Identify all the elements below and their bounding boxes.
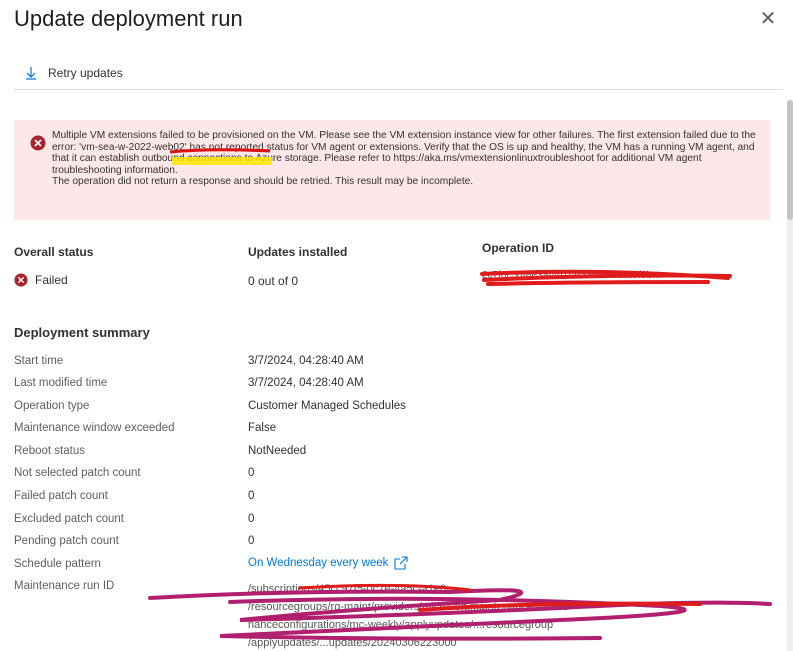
schedule-pattern-link[interactable]: On Wednesday every week: [248, 556, 408, 570]
overall-status-value: Failed: [35, 273, 68, 287]
operation-id-value: 2c7f0c5d-8e3a-4b1f-9a2d-07337c7f9b...: [482, 270, 661, 281]
overall-status-label: Overall status: [14, 245, 94, 259]
maintenance-run-id-line: /resourcegroups/rg-maint/providers/micro…: [248, 601, 569, 613]
operation-id-label: Operation ID: [482, 241, 555, 255]
status-badge: Failed: [14, 273, 68, 287]
not-selected-count-value: 0: [248, 467, 255, 479]
maintenance-window-label: Maintenance window exceeded: [14, 422, 175, 434]
maintenance-window-value: False: [248, 422, 277, 434]
operation-type-label: Operation type: [14, 400, 90, 412]
maintenance-run-id-line: /subscriptions/45cc97f5-0c7e-4a5c-a1e0-.…: [248, 583, 459, 595]
reboot-status-value: NotNeeded: [248, 445, 307, 457]
updates-installed-label: Updates installed: [248, 245, 348, 259]
error-circle-icon: [30, 135, 46, 151]
external-link-icon: [394, 556, 408, 570]
last-modified-label: Last modified time: [14, 377, 108, 389]
failed-count-value: 0: [248, 490, 255, 502]
close-icon: ✕: [759, 8, 777, 30]
maintenance-run-id-line: nanceconfigurations/mc-weekly/applyupdat…: [248, 619, 554, 631]
error-banner: Multiple VM extensions failed to be prov…: [14, 120, 770, 220]
last-modified-value: 3/7/2024, 04:28:40 AM: [248, 377, 364, 389]
start-time-value: 3/7/2024, 04:28:40 AM: [248, 355, 364, 367]
error-message: Multiple VM extensions failed to be prov…: [52, 130, 756, 176]
deployment-summary-title: Deployment summary: [14, 325, 150, 340]
not-selected-count-label: Not selected patch count: [14, 467, 141, 479]
operation-type-value: Customer Managed Schedules: [248, 400, 406, 412]
updates-installed-value: 0 out of 0: [248, 274, 299, 288]
failed-icon: [14, 273, 28, 287]
excluded-count-value: 0: [248, 513, 255, 525]
failed-count-label: Failed patch count: [14, 490, 108, 502]
pending-count-value: 0: [248, 535, 255, 547]
schedule-pattern-value: On Wednesday every week: [248, 557, 389, 569]
excluded-count-label: Excluded patch count: [14, 513, 124, 525]
scrollbar-thumb[interactable]: [787, 100, 793, 220]
panel-title: Update deployment run: [14, 6, 243, 31]
close-button[interactable]: ✕: [756, 8, 780, 32]
maintenance-run-id-value: /subscriptions/45cc97f5-0c7e-4a5c-a1e0-.…: [248, 580, 778, 651]
toolbar: Retry updates: [14, 60, 783, 90]
download-arrow-icon: [26, 67, 36, 80]
schedule-pattern-label: Schedule pattern: [14, 558, 101, 570]
reboot-status-label: Reboot status: [14, 445, 85, 457]
pending-count-label: Pending patch count: [14, 535, 119, 547]
error-message-retry: The operation did not return a response …: [52, 176, 474, 188]
retry-updates-button[interactable]: Retry updates: [24, 66, 123, 80]
maintenance-run-id-label: Maintenance run ID: [14, 580, 115, 592]
maintenance-run-id-line: /applyupdates/...updates/20240306223000: [248, 637, 457, 649]
start-time-label: Start time: [14, 355, 64, 367]
retry-updates-label: Retry updates: [48, 66, 123, 80]
scrollbar[interactable]: [787, 100, 793, 651]
